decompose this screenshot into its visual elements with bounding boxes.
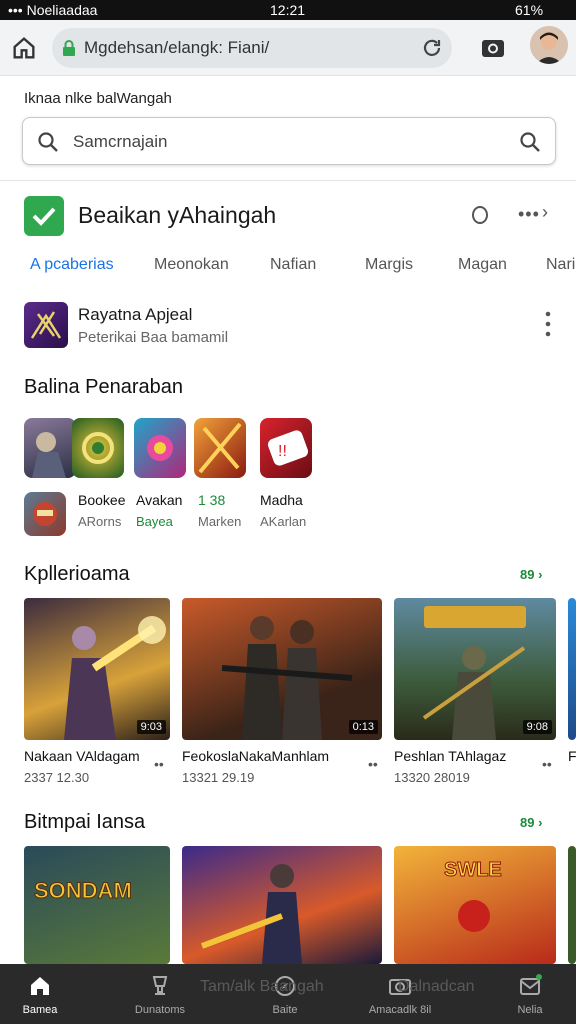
carrier-text: ••• Noeliaadaa — [8, 2, 98, 18]
card-art — [568, 598, 576, 740]
address-bar[interactable]: Mgdehsan/elangk: Fiani/ — [52, 28, 452, 68]
home-icon[interactable] — [10, 34, 38, 62]
game-sub: Marken — [198, 514, 242, 529]
card-art — [182, 846, 382, 964]
game-icon[interactable] — [24, 492, 66, 536]
overlay-text: Tam/alk Baangah — [200, 978, 324, 995]
card-art-text: SONDAM — [34, 878, 132, 903]
game-name[interactable]: Bookee — [78, 492, 125, 508]
tab-1[interactable]: A pcaberias — [30, 256, 114, 274]
chevron-right-icon[interactable]: › — [542, 202, 548, 223]
more-icon[interactable]: ••• — [518, 204, 540, 225]
nav-label: Dunatoms — [134, 1004, 186, 1016]
card-title: F — [568, 748, 576, 764]
lock-icon — [63, 40, 75, 56]
nav-label: Nelia — [517, 1004, 543, 1016]
card-title: FeokoslaNakaManhlam — [182, 748, 330, 764]
promo-title: Rayatna Apjeal — [78, 305, 193, 324]
more-icon[interactable]: •• — [368, 756, 378, 772]
more-vertical-icon[interactable] — [540, 308, 556, 340]
game-sub: Bayea — [136, 514, 173, 529]
check-icon — [24, 196, 64, 236]
section-title: Balina Penaraban — [24, 376, 184, 398]
mail-icon — [520, 974, 542, 995]
section-title: Bitmpai Iansa — [24, 811, 146, 833]
card-art: 9:03 — [24, 598, 170, 740]
reload-icon[interactable] — [420, 36, 444, 60]
home-icon — [31, 977, 49, 995]
game-name[interactable]: Madha — [260, 492, 303, 508]
game-sub: ARorns — [78, 514, 122, 529]
card-subtitle: 13321 29.19 — [182, 770, 255, 785]
search-box[interactable]: Samcrnajain — [22, 117, 556, 165]
card-art: 0:13 — [182, 598, 382, 740]
game-icon[interactable] — [72, 418, 124, 478]
page-caption: Iknaa nlke balWangah — [24, 90, 172, 107]
nav-home[interactable]: Bamea — [0, 964, 90, 1024]
search-icon[interactable] — [519, 131, 541, 153]
tab-5[interactable]: Magan — [458, 256, 507, 274]
game-icon[interactable] — [194, 418, 246, 478]
avatar[interactable] — [530, 26, 568, 64]
browser-toolbar: Mgdehsan/elangk: Fiani/ — [0, 20, 576, 76]
game-icon[interactable] — [24, 418, 76, 478]
duration-badge: 9:03 — [136, 720, 166, 734]
game-name[interactable]: 1 38 — [198, 492, 225, 508]
camera-icon[interactable] — [480, 36, 506, 60]
card-carousel: 9:03 Nakaan VAldagam 2337 12.30 •• 0:13 … — [0, 598, 576, 798]
section-title: Kpllerioama — [24, 563, 130, 585]
game-icon[interactable]: !! — [260, 418, 312, 478]
category-tabs: A pcaberias Meonokan Nafian Margis Magan… — [0, 252, 576, 282]
tab-2[interactable]: Meonokan — [154, 256, 229, 274]
tab-3[interactable]: Nafian — [270, 256, 316, 274]
card-art: 9:08 — [394, 598, 556, 740]
game-list-row: Bookee ARorns Avakan Bayea 1 38 Marken M… — [24, 490, 576, 538]
trophy-icon — [152, 976, 168, 995]
duration-badge: 9:08 — [522, 720, 552, 734]
promo-row[interactable]: Rayatna Apjeal Peterikai Baa bamamil — [0, 300, 576, 352]
card-subtitle: 2337 12.30 — [24, 770, 90, 785]
promo-subtitle: Peterikai Baa bamamil — [78, 329, 229, 346]
card-art: SONDAM — [24, 846, 170, 964]
card-carousel: SONDAM SWLE — [0, 846, 576, 964]
duration-badge: 0:13 — [348, 720, 378, 734]
app-icon — [24, 302, 68, 348]
card-art-text: SWLE — [444, 859, 502, 881]
battery-text: 61% — [515, 2, 544, 18]
see-more-link[interactable]: 89 › — [520, 815, 542, 830]
url-text: Mgdehsan/elangk: Fiani/ — [84, 38, 270, 57]
nav-trophies[interactable]: Dunatoms — [110, 964, 210, 1024]
nav-label: Amacadlk 8il — [368, 1004, 432, 1016]
tab-6[interactable]: Nari — [546, 256, 575, 274]
app-header: Beaikan yAhaingah ••• › — [0, 192, 576, 242]
tab-4[interactable]: Margis — [365, 256, 413, 274]
more-icon[interactable]: •• — [154, 756, 164, 772]
card-subtitle: 13320 28019 — [394, 770, 470, 785]
card-title: Peshlan TAhlagaz — [394, 748, 507, 764]
divider — [0, 180, 576, 181]
nav-label: Baite — [272, 1004, 298, 1016]
circle-icon[interactable] — [472, 206, 488, 224]
search-icon — [38, 132, 58, 152]
svg-text:!!: !! — [278, 443, 287, 460]
game-name[interactable]: Avakan — [136, 492, 182, 508]
more-icon[interactable]: •• — [542, 756, 552, 772]
status-bar: ••• Noeliaadaa 12:21 61% — [0, 0, 576, 20]
card-art — [568, 846, 576, 964]
card-title: Nakaan VAldagam — [24, 748, 140, 764]
game-icon[interactable] — [134, 418, 186, 478]
overlay-text: Dalnadcan — [398, 978, 475, 995]
card-art: SWLE — [394, 846, 556, 964]
game-sub: AKarlan — [260, 514, 307, 529]
see-more-link[interactable]: 89 › — [520, 567, 542, 582]
nav-label: Bamea — [22, 1004, 58, 1016]
search-input[interactable]: Samcrnajain — [73, 132, 168, 152]
clock: 12:21 — [270, 2, 306, 18]
app-title: Beaikan yAhaingah — [78, 202, 277, 228]
nav-mail[interactable]: Nelia — [480, 964, 576, 1024]
